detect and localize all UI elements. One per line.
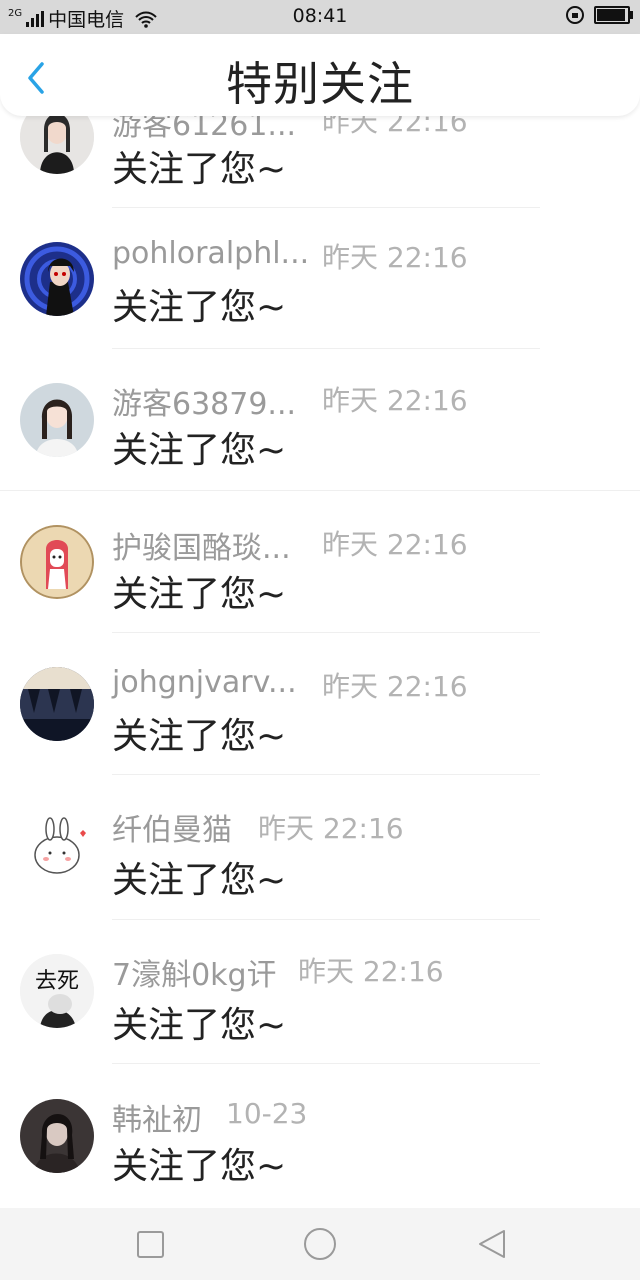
back-nav-button[interactable] <box>476 1228 508 1264</box>
follow-list: 游客61261... 昨天 22:16 关注了您~ pohloralphl...… <box>0 0 640 1208</box>
username: 游客63879... <box>112 387 297 422</box>
avatar[interactable] <box>20 811 94 885</box>
list-item[interactable]: 韩祉初 10-23 关注了您~ <box>0 1097 640 1208</box>
username: 纤伯曼猫 <box>112 813 232 848</box>
list-item[interactable]: pohloralphl... 昨天 22:16 关注了您~ <box>0 236 640 384</box>
avatar[interactable] <box>20 242 94 316</box>
username: 7濠斛0kg讦 <box>112 958 277 993</box>
list-item[interactable]: 游客61261... 昨天 22:16 关注了您~ <box>0 100 640 242</box>
divider <box>112 774 540 775</box>
timestamp: 昨天 22:16 <box>298 955 444 988</box>
timestamp: 昨天 22:16 <box>322 670 468 703</box>
list-item[interactable]: 去死 7濠斛0kg讦 昨天 22:16 关注了您~ <box>0 954 640 1096</box>
divider <box>112 632 540 633</box>
triangle-back-icon <box>479 1230 505 1258</box>
home-button[interactable] <box>302 1226 338 1266</box>
avatar[interactable]: 去死 <box>20 954 94 1028</box>
list-item[interactable]: 纤伯曼猫 昨天 22:16 关注了您~ <box>0 811 640 953</box>
message: 关注了您~ <box>112 716 287 757</box>
username: pohloralphl... <box>112 236 310 271</box>
timestamp: 10-23 <box>226 1097 308 1130</box>
timestamp: 昨天 22:16 <box>258 812 404 845</box>
navigation-bar <box>0 1208 640 1280</box>
list-item[interactable]: 护骏国酪琰... 昨天 22:16 关注了您~ <box>0 525 640 667</box>
message: 关注了您~ <box>112 1005 287 1046</box>
message: 关注了您~ <box>112 1146 287 1187</box>
divider <box>112 919 540 920</box>
avatar[interactable] <box>20 383 94 457</box>
message: 关注了您~ <box>112 287 287 328</box>
message: 关注了您~ <box>112 149 287 190</box>
header: 特别关注 <box>0 34 640 116</box>
avatar[interactable] <box>20 525 94 599</box>
timestamp: 昨天 22:16 <box>322 384 468 417</box>
message: 关注了您~ <box>112 574 287 615</box>
divider <box>112 207 540 208</box>
divider <box>0 490 640 491</box>
username: 韩祉初 <box>112 1103 202 1138</box>
page-title: 特别关注 <box>226 57 414 111</box>
username: johgnjvarv... <box>112 665 297 700</box>
square-icon <box>137 1231 164 1258</box>
divider <box>112 1063 540 1064</box>
avatar[interactable] <box>20 667 94 741</box>
message: 关注了您~ <box>112 860 287 901</box>
avatar[interactable] <box>20 1099 94 1173</box>
circle-icon <box>304 1228 336 1260</box>
avatar-text: 去死 <box>35 969 79 994</box>
list-item[interactable]: 游客63879... 昨天 22:16 关注了您~ <box>0 383 640 525</box>
timestamp: 昨天 22:16 <box>322 241 468 274</box>
list-item[interactable]: johgnjvarv... 昨天 22:16 关注了您~ <box>0 665 640 809</box>
recents-button[interactable] <box>136 1230 166 1264</box>
timestamp: 昨天 22:16 <box>322 528 468 561</box>
username: 护骏国酪琰... <box>112 531 291 566</box>
message: 关注了您~ <box>112 430 287 471</box>
divider <box>112 348 540 349</box>
